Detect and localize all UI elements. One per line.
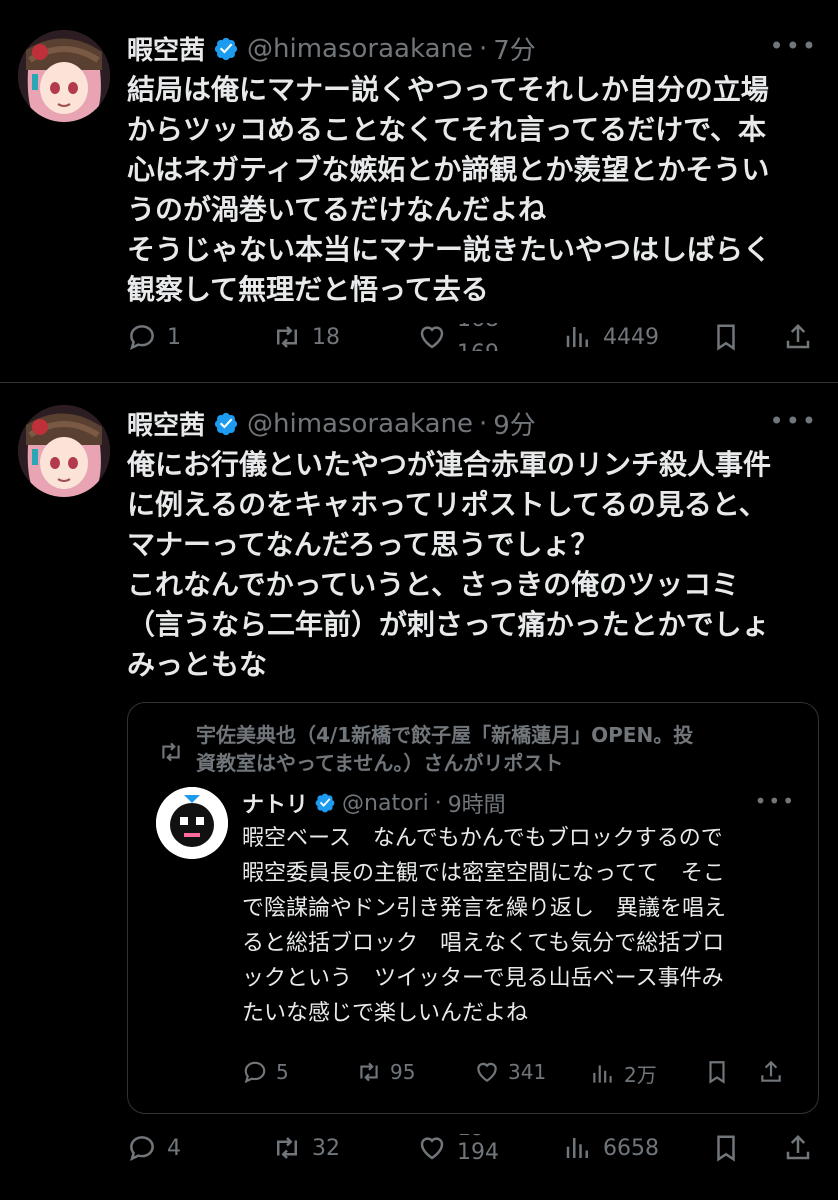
bookmark-button[interactable] (711, 322, 751, 352)
reply-button[interactable]: 1 (127, 322, 181, 352)
repost-icon (277, 326, 297, 348)
repost-button[interactable]: 18 (272, 322, 340, 352)
more-icon[interactable]: ••• (755, 789, 796, 813)
views-count: 6658 (603, 1135, 659, 1161)
bookmark-button[interactable] (711, 1133, 751, 1163)
bookmark-button[interactable] (704, 1059, 738, 1085)
timestamp[interactable]: 9時間 (448, 787, 506, 819)
like-icon (477, 1062, 497, 1082)
separator-dot: · (479, 33, 488, 64)
bookmark-icon (709, 1061, 725, 1084)
author-name[interactable]: 暇空茜 (127, 30, 205, 67)
quoted-action-bar: 5 95 341 2万 (242, 1059, 802, 1093)
quoted-header: ナトリ @natori · 9時間 (242, 787, 506, 819)
share-icon (786, 323, 810, 349)
quoted-tweet[interactable]: 宇佐美典也（4/1新橋で餃子屋「新橋蓮月」OPEN。投 資教室はやってません。）… (127, 702, 819, 1114)
repost-count: 18 (312, 324, 340, 350)
views-count: 2万 (624, 1063, 657, 1087)
tweet-text: 俺にお行儀といたやつが連合赤軍のリンチ殺人事件 に例えるのをキャホってリポストし… (127, 448, 772, 681)
views-icon (566, 1138, 588, 1158)
reply-count: 4 (167, 1135, 181, 1161)
reply-count: 1 (167, 324, 181, 350)
repost-count: 32 (312, 1135, 340, 1161)
verified-icon (214, 412, 238, 435)
like-count: 341 (508, 1060, 547, 1084)
reply-button[interactable]: 5 (242, 1059, 289, 1085)
views-button[interactable]: 4449 (563, 322, 659, 352)
verified-icon (315, 793, 335, 813)
author-name[interactable]: 暇空茜 (127, 405, 205, 442)
bookmark-icon (717, 1135, 735, 1162)
like-button[interactable]: 19 194 (417, 1133, 503, 1163)
tweet-1[interactable]: 暇空茜 @himasoraakane · 7分 ••• 結局は俺にマナー説くやつ… (0, 0, 838, 382)
like-button[interactable]: 341 (474, 1059, 546, 1085)
author-name[interactable]: ナトリ (242, 787, 308, 819)
repost-count: 95 (390, 1060, 416, 1084)
avatar[interactable] (18, 405, 110, 497)
more-icon[interactable]: ••• (770, 32, 818, 60)
like-button[interactable]: 168 169 (417, 322, 503, 352)
views-icon (593, 1064, 612, 1083)
action-bar: 4 32 19 194 6658 (127, 1133, 817, 1173)
views-icon (566, 327, 588, 347)
repost-button[interactable]: 32 (272, 1133, 340, 1163)
repost-button[interactable]: 95 (356, 1059, 415, 1085)
bookmark-icon (717, 324, 735, 351)
reposted-by-text[interactable]: 宇佐美典也（4/1新橋で餃子屋「新橋蓮月」OPEN。投 資教室はやってません。）… (196, 723, 693, 775)
quoted-text: 暇空ベース なんでもかんでもブロックするので 暇空委員長の主観では密室空間になっ… (242, 826, 727, 1026)
like-count: 168 169 (457, 323, 503, 351)
views-button[interactable]: 6658 (563, 1133, 659, 1163)
like-count: 19 194 (457, 1134, 499, 1162)
repost-icon (162, 742, 180, 762)
reply-count: 5 (276, 1060, 289, 1084)
author-handle[interactable]: @himasoraakane (247, 409, 473, 439)
separator-dot: · (434, 790, 442, 816)
like-icon (420, 1137, 444, 1160)
timestamp[interactable]: 7分 (493, 30, 536, 67)
tweet-header: 暇空茜 @himasoraakane · 9分 (127, 405, 536, 442)
views-count: 4449 (603, 324, 659, 350)
share-icon (786, 1134, 810, 1160)
repost-context: 宇佐美典也（4/1新橋で餃子屋「新橋蓮月」OPEN。投 資教室はやってません。）… (162, 721, 796, 777)
like-icon (420, 326, 444, 349)
share-button[interactable] (758, 1059, 792, 1085)
tweet-header: 暇空茜 @himasoraakane · 7分 (127, 30, 536, 67)
reply-button[interactable]: 4 (127, 1133, 181, 1163)
avatar[interactable] (156, 787, 228, 859)
reply-icon (130, 1136, 154, 1161)
reply-icon (130, 325, 154, 350)
author-handle[interactable]: @himasoraakane (247, 34, 473, 64)
share-icon (761, 1060, 781, 1082)
repost-icon (277, 1137, 297, 1159)
reply-icon (244, 1061, 266, 1084)
repost-icon (360, 1062, 378, 1082)
timestamp[interactable]: 9分 (493, 405, 536, 442)
author-handle[interactable]: @natori (342, 791, 429, 816)
separator-dot: · (479, 408, 488, 439)
share-button[interactable] (783, 322, 823, 352)
more-icon[interactable]: ••• (770, 407, 818, 435)
verified-icon (214, 37, 238, 60)
avatar[interactable] (18, 30, 110, 122)
tweet-text: 結局は俺にマナー説くやつってそれしか自分の立場 からツッコめることなくてそれ言っ… (127, 73, 772, 306)
share-button[interactable] (783, 1133, 823, 1163)
views-button[interactable]: 2万 (590, 1059, 657, 1088)
action-bar: 1 18 168 169 4449 (127, 322, 817, 362)
